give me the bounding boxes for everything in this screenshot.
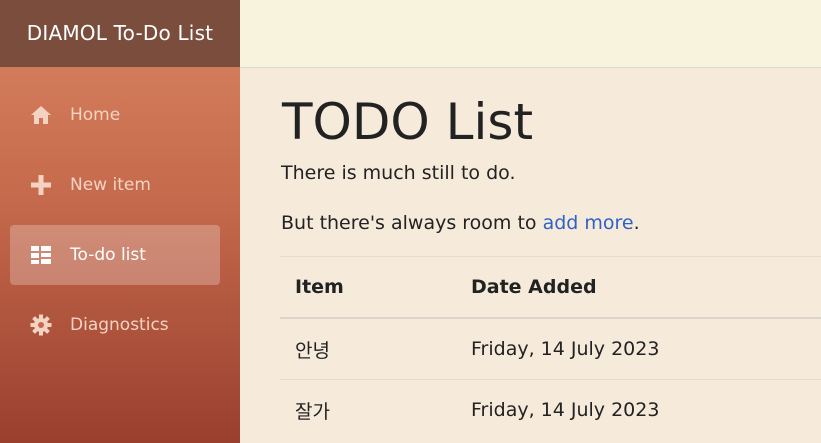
sidebar-item-label: Diagnostics [70, 315, 169, 335]
date-cell: Friday, 14 July 2023 [456, 379, 821, 440]
add-more-link[interactable]: add more [543, 212, 634, 234]
list-icon [30, 244, 52, 266]
app-window: DIAMOL To-Do List Home New item To-do li… [0, 0, 821, 443]
page-title: TODO List [282, 93, 534, 151]
todo-table: Item Date Added 안녕 Friday, 14 July 2023 … [280, 256, 821, 440]
sub-text: But there's always room to add more. [281, 210, 821, 236]
home-icon [30, 104, 52, 126]
table-header-row: Item Date Added [280, 256, 821, 319]
plus-icon [30, 174, 52, 196]
column-header-item: Item [280, 256, 456, 319]
top-bar [240, 0, 821, 68]
item-cell: 안녕 [280, 317, 456, 380]
brand-title[interactable]: DIAMOL To-Do List [0, 0, 240, 67]
table-row: 잘가 Friday, 14 July 2023 [280, 379, 821, 440]
sidebar-item-diagnostics[interactable]: Diagnostics [10, 295, 220, 355]
sidebar-item-new-item[interactable]: New item [10, 155, 220, 215]
sidebar: DIAMOL To-Do List Home New item To-do li… [0, 0, 240, 443]
sidebar-item-home[interactable]: Home [10, 85, 220, 145]
sidebar-item-label: To-do list [70, 245, 146, 265]
table-row: 안녕 Friday, 14 July 2023 [280, 317, 821, 380]
lead-text: There is much still to do. [281, 162, 516, 184]
sub-text-prefix: But there's always room to [281, 212, 543, 234]
sidebar-item-label: New item [70, 175, 151, 195]
sidebar-nav: Home New item To-do list Diagnostics [0, 85, 240, 365]
sidebar-item-label: Home [70, 105, 121, 125]
main-content: TODO List There is much still to do. But… [280, 68, 821, 440]
sub-text-suffix: . [633, 212, 640, 234]
sidebar-item-to-do-list[interactable]: To-do list [10, 225, 220, 285]
column-header-date-added: Date Added [456, 256, 821, 319]
date-cell: Friday, 14 July 2023 [456, 317, 821, 380]
gear-icon [30, 314, 52, 336]
item-cell: 잘가 [280, 379, 456, 440]
